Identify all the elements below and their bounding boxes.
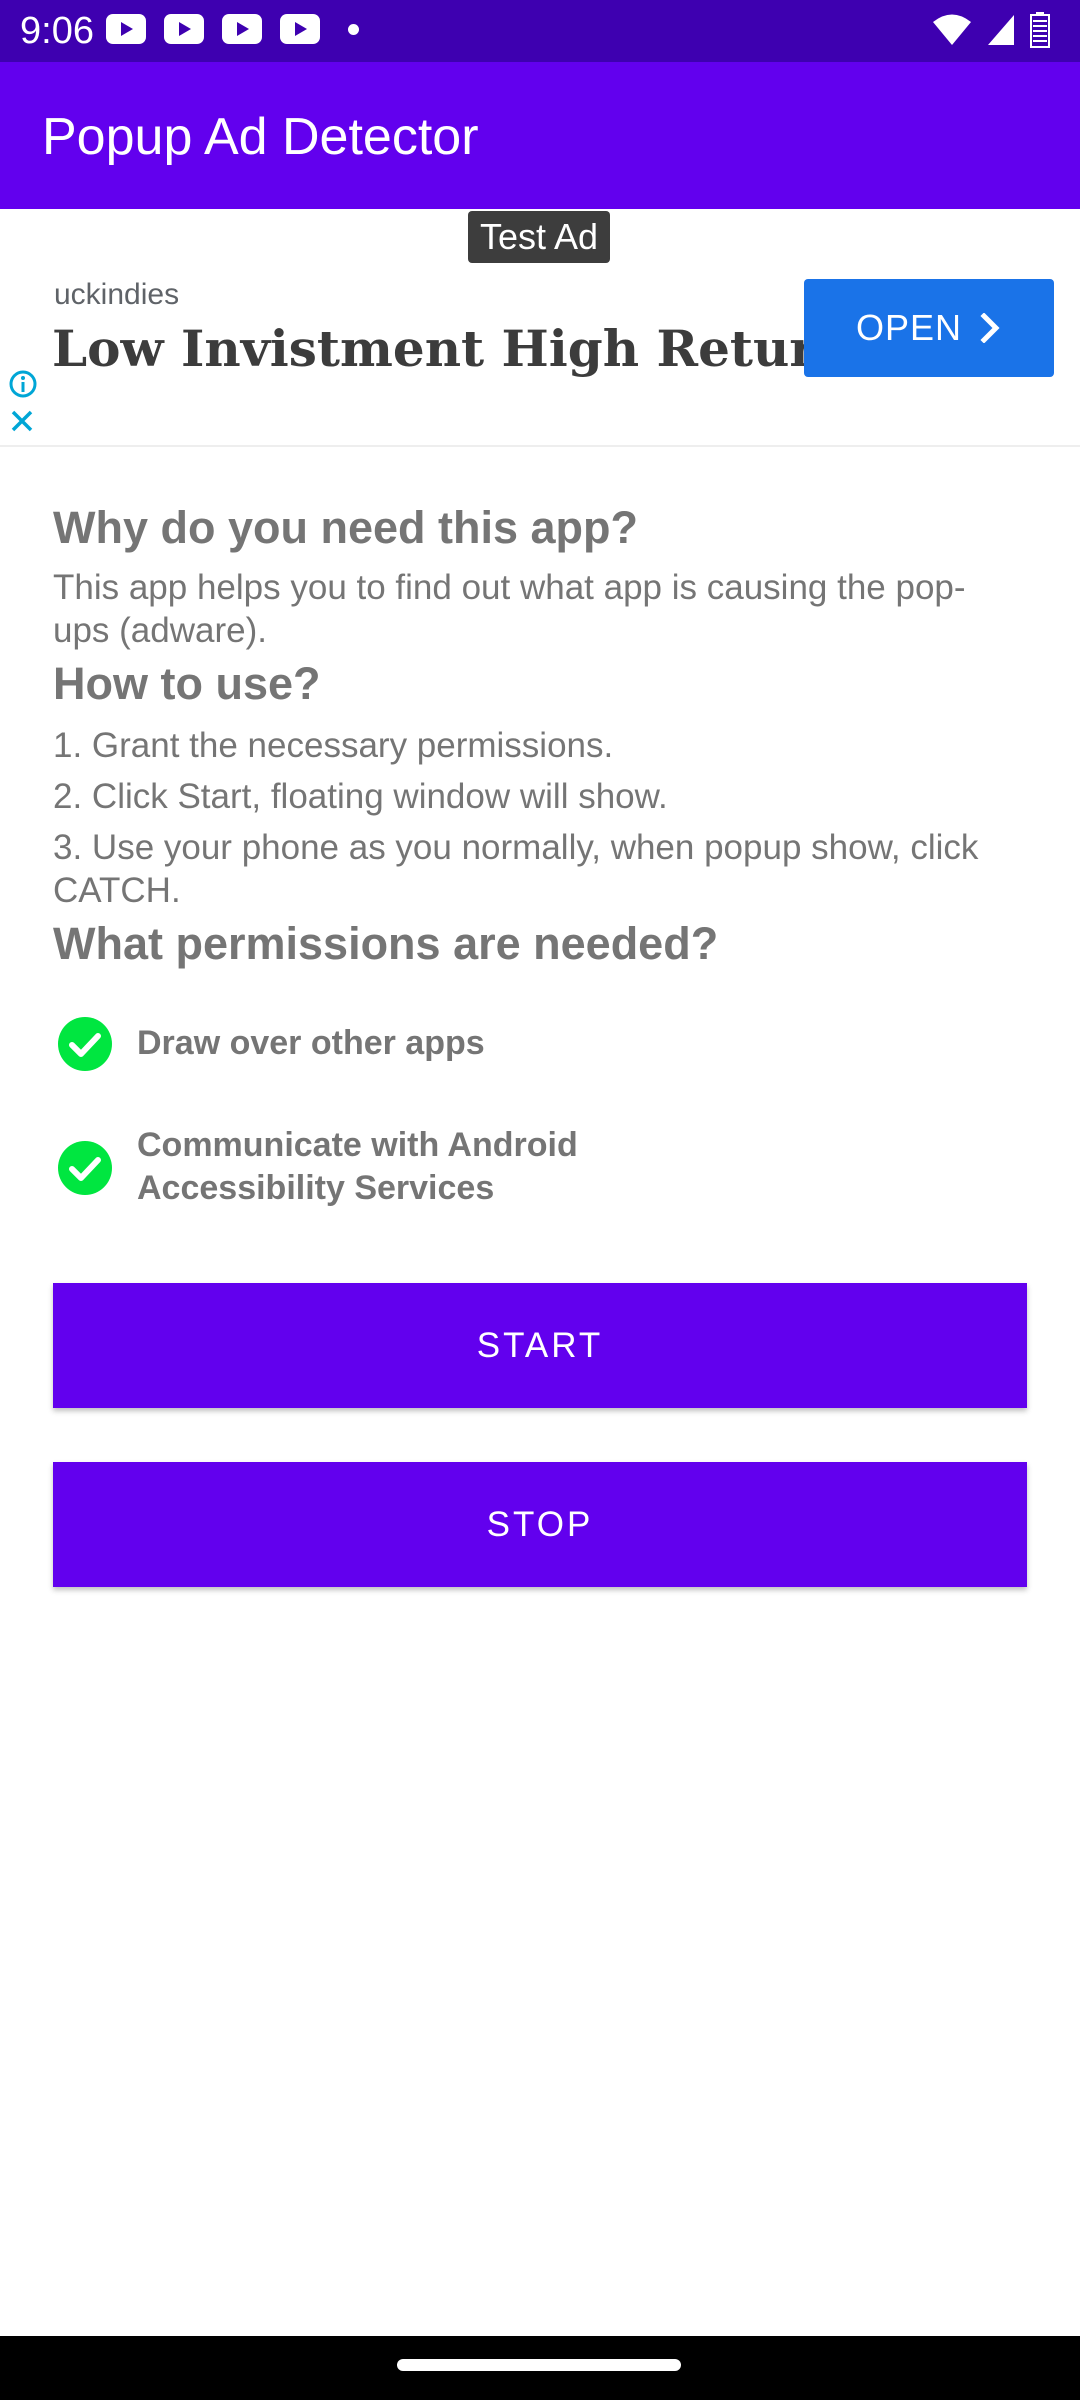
start-button[interactable]: START [53,1283,1027,1408]
ad-open-button[interactable]: OPEN [804,279,1054,377]
info-icon[interactable] [8,369,38,399]
status-bar: 9:06 [0,0,1080,62]
permission-row: Draw over other apps [53,1012,1033,1076]
ad-open-label: OPEN [855,307,963,348]
step-item: 2. Click Start, floating window will sho… [53,777,668,816]
check-circle-icon [58,1017,112,1071]
ad-headline[interactable]: Low Invistment High Return [52,317,852,381]
how-heading: How to use? [53,658,321,709]
stop-button[interactable]: STOP [53,1462,1027,1587]
navigation-bar [0,2336,1080,2400]
permission-label: Draw over other apps [137,1024,485,1062]
youtube-icon [280,14,320,44]
youtube-icon [222,14,262,44]
status-time: 9:06 [20,10,94,52]
why-text: This app helps you to find out what app … [53,568,966,650]
step-item: 3. Use your phone as you normally, when … [53,828,979,910]
check-circle-icon [58,1141,112,1195]
close-icon[interactable] [8,407,36,435]
wifi-icon [933,14,971,45]
system-icons [932,12,1050,48]
ad-banner[interactable]: Test Ad uckindies Low Invistment High Re… [0,209,1080,447]
ad-advertiser: uckindies [54,278,180,311]
youtube-icon [106,14,146,44]
step-item: 1. Grant the necessary permissions. [53,726,614,765]
battery-icon [1030,12,1050,48]
permission-label: Communicate with Android Accessibility S… [137,1126,578,1207]
why-heading: Why do you need this app? [53,502,638,553]
app-bar: Popup Ad Detector [0,62,1080,209]
permissions-heading: What permissions are needed? [53,918,719,969]
youtube-icon [164,14,204,44]
screen: 9:06 Popup Ad Detector Test Ad uckindies… [0,0,1080,2400]
app-title: Popup Ad Detector [42,108,479,166]
home-handle[interactable] [397,2359,681,2371]
chevron-right-icon [980,313,1000,343]
notification-icons [106,14,359,44]
signal-icon [988,15,1014,45]
test-ad-badge: Test Ad [468,211,610,263]
permission-row: Communicate with Android Accessibility S… [53,1122,1033,1222]
dot-icon [348,23,359,35]
